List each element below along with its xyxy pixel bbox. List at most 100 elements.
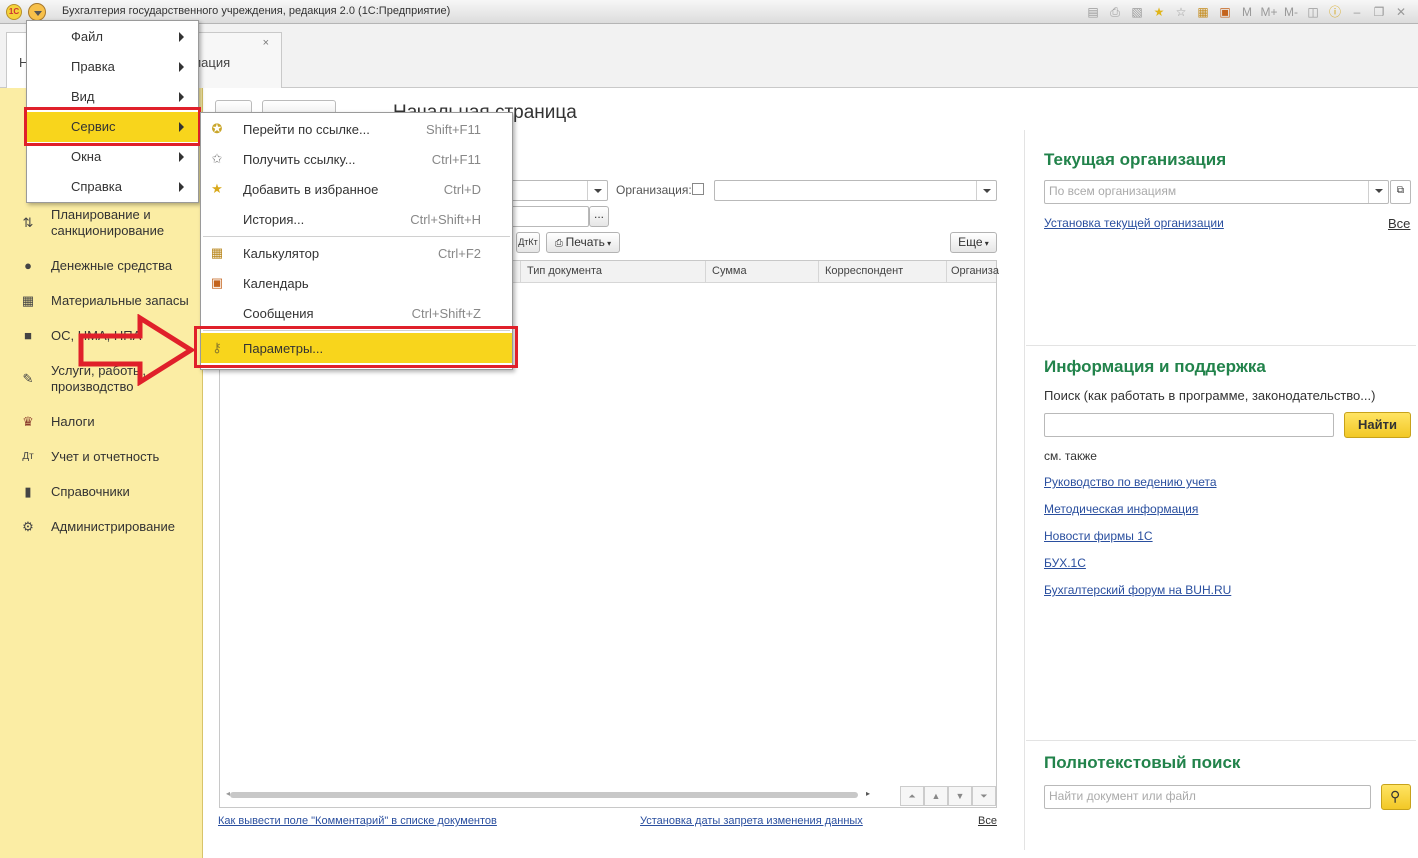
menu-item-label: Файл: [71, 29, 103, 44]
open-org-icon[interactable]: ⧉: [1390, 180, 1411, 204]
scroll-right-icon[interactable]: ▸: [866, 789, 870, 798]
menu-separator: [203, 236, 510, 237]
title-toolbar: ▤ ⎙ ▧ ★ ☆ ▦ ▣ M M+ M- ◫ ⓘ – ❐ ✕: [1084, 3, 1410, 21]
org-all-link[interactable]: Все: [1388, 216, 1410, 231]
print-icon[interactable]: ⎙: [1106, 3, 1124, 21]
scroll-down-icon[interactable]: ▼: [948, 786, 972, 806]
sidebar-item-taxes[interactable]: ♛ Налоги: [0, 414, 203, 432]
scroll-top-icon[interactable]: ⏶: [900, 786, 924, 806]
column-header-organization[interactable]: Организа: [951, 265, 999, 277]
current-org-select[interactable]: По всем организациям: [1044, 180, 1389, 204]
lock-date-link[interactable]: Установка даты запрета изменения данных: [640, 815, 863, 827]
search-label: Поиск (как работать в программе, законод…: [1044, 388, 1376, 403]
main-menu-button[interactable]: [28, 3, 46, 21]
sidebar-item-money[interactable]: ● Денежные средства: [0, 258, 203, 276]
column-header-sum[interactable]: Сумма: [712, 265, 747, 277]
sidebar-item-directories[interactable]: ▮ Справочники: [0, 484, 203, 502]
add-favorite-icon: ★: [211, 181, 223, 196]
favorites-star-icon[interactable]: ★: [1150, 3, 1168, 21]
save-icon[interactable]: ▤: [1084, 3, 1102, 21]
current-org-placeholder: По всем организациям: [1049, 184, 1177, 198]
scroll-bottom-icon[interactable]: ⏷: [972, 786, 996, 806]
methodical-info-link[interactable]: Методическая информация: [1044, 502, 1198, 516]
truck-icon: ■: [24, 328, 32, 343]
calculator-icon[interactable]: ▦: [1194, 3, 1212, 21]
info-search-input[interactable]: [1044, 413, 1334, 437]
calendar-icon[interactable]: ▣: [1216, 3, 1234, 21]
filter-dropdown[interactable]: [505, 180, 608, 201]
menu-item-help[interactable]: Справка: [27, 172, 198, 202]
menu-item-calendar[interactable]: ▣ Календарь: [201, 268, 512, 298]
money-icon: ●: [24, 258, 32, 273]
fulltext-search-button[interactable]: ⚲: [1381, 784, 1411, 810]
comment-field-link[interactable]: Как вывести поле "Комментарий" в списке …: [218, 815, 497, 827]
menu-item-label: Получить ссылку...: [243, 152, 356, 167]
scroll-up-icon[interactable]: ▲: [924, 786, 948, 806]
sidebar-item-label: Налоги: [51, 414, 95, 429]
preview-icon[interactable]: ▧: [1128, 3, 1146, 21]
print-button[interactable]: ⎙ Печать ▾: [546, 232, 620, 253]
period-select-button[interactable]: ...: [589, 206, 609, 227]
buh-ru-forum-link[interactable]: Бухгалтерский форум на BUH.RU: [1044, 583, 1231, 597]
menu-item-go-to-link[interactable]: ✪ Перейти по ссылке... Shift+F11: [201, 114, 512, 144]
table-scroll-buttons: ⏶ ▲ ▼ ⏷: [900, 786, 996, 806]
sidebar-item-label: Учет и отчетность: [51, 449, 160, 464]
column-header-correspondent[interactable]: Корреспондент: [825, 265, 903, 277]
menu-item-calculator[interactable]: ▦ Калькулятор Ctrl+F2: [201, 238, 512, 268]
close-icon[interactable]: ✕: [1392, 3, 1410, 21]
organization-select[interactable]: [714, 180, 997, 201]
minimize-icon[interactable]: –: [1348, 3, 1366, 21]
sidebar-item-administration[interactable]: ⚙ Администрирование: [0, 519, 203, 537]
memory-mplus-icon[interactable]: M+: [1260, 3, 1278, 21]
fulltext-search-input[interactable]: Найти документ или файл: [1044, 785, 1371, 809]
panel-divider: [1024, 130, 1025, 850]
print-icon: ⎙: [554, 238, 566, 249]
scroll-left-icon[interactable]: ◂: [226, 789, 230, 798]
find-button[interactable]: Найти: [1344, 412, 1411, 438]
restore-icon[interactable]: ❐: [1370, 3, 1388, 21]
dt-kt-button[interactable]: ДтКт: [516, 232, 540, 253]
sidebar-item-label: Справочники: [51, 484, 130, 499]
column-header-doc-type[interactable]: Тип документа: [527, 265, 602, 277]
memory-mminus-icon[interactable]: M-: [1282, 3, 1300, 21]
more-button[interactable]: Еще ▾: [950, 232, 997, 253]
menu-item-windows[interactable]: Окна: [27, 142, 198, 172]
menu-item-edit[interactable]: Правка: [27, 52, 198, 82]
title-bar: 1С Бухгалтерия государственного учрежден…: [0, 0, 1418, 24]
chevron-right-icon: [179, 152, 184, 162]
current-org-title: Текущая организация: [1044, 150, 1227, 169]
menu-item-file[interactable]: Файл: [27, 22, 198, 52]
info-icon[interactable]: ⓘ: [1326, 3, 1344, 21]
chevron-down-icon: ▾: [604, 239, 612, 248]
menu-item-label: Сообщения: [243, 306, 314, 321]
tab-close-icon[interactable]: ×: [263, 37, 269, 49]
all-links-link[interactable]: Все: [978, 815, 997, 827]
tools-icon: ✎: [22, 371, 34, 386]
section-divider: [1026, 740, 1416, 741]
fulltext-search-title: Полнотекстовый поиск: [1044, 753, 1241, 772]
accounting-guide-link[interactable]: Руководство по ведению учета: [1044, 475, 1217, 489]
chevron-down-icon[interactable]: [587, 181, 607, 200]
horizontal-scrollbar[interactable]: [230, 792, 858, 798]
organization-checkbox[interactable]: [692, 183, 704, 195]
menu-item-add-favorite[interactable]: ★ Добавить в избранное Ctrl+D: [201, 174, 512, 204]
see-also-label: см. также: [1044, 449, 1097, 463]
set-current-org-link[interactable]: Установка текущей организации: [1044, 216, 1224, 230]
favorites-list-icon[interactable]: ☆: [1172, 3, 1190, 21]
sidebar-item-planning[interactable]: ⇅ Планирование и санкционирование: [0, 205, 203, 241]
menu-item-messages[interactable]: Сообщения Ctrl+Shift+Z: [201, 298, 512, 328]
red-arrow-annotation: [78, 314, 196, 386]
parameters-highlight-box: [194, 326, 518, 368]
1c-news-link[interactable]: Новости фирмы 1С: [1044, 529, 1153, 543]
buh-1c-link[interactable]: БУХ.1С: [1044, 556, 1086, 570]
sidebar-item-accounting[interactable]: Дт Учет и отчетность: [0, 449, 203, 467]
memory-m-icon[interactable]: M: [1238, 3, 1256, 21]
menu-item-label: Перейти по ссылке...: [243, 122, 370, 137]
chevron-down-icon[interactable]: [1368, 181, 1388, 203]
chevron-down-icon[interactable]: [976, 181, 996, 200]
panels-icon[interactable]: ◫: [1304, 3, 1322, 21]
menu-item-history[interactable]: История... Ctrl+Shift+H: [201, 204, 512, 234]
sidebar-item-stock[interactable]: ▦ Материальные запасы: [0, 293, 203, 311]
period-field[interactable]: [505, 206, 589, 227]
menu-item-get-link[interactable]: ✩ Получить ссылку... Ctrl+F11: [201, 144, 512, 174]
